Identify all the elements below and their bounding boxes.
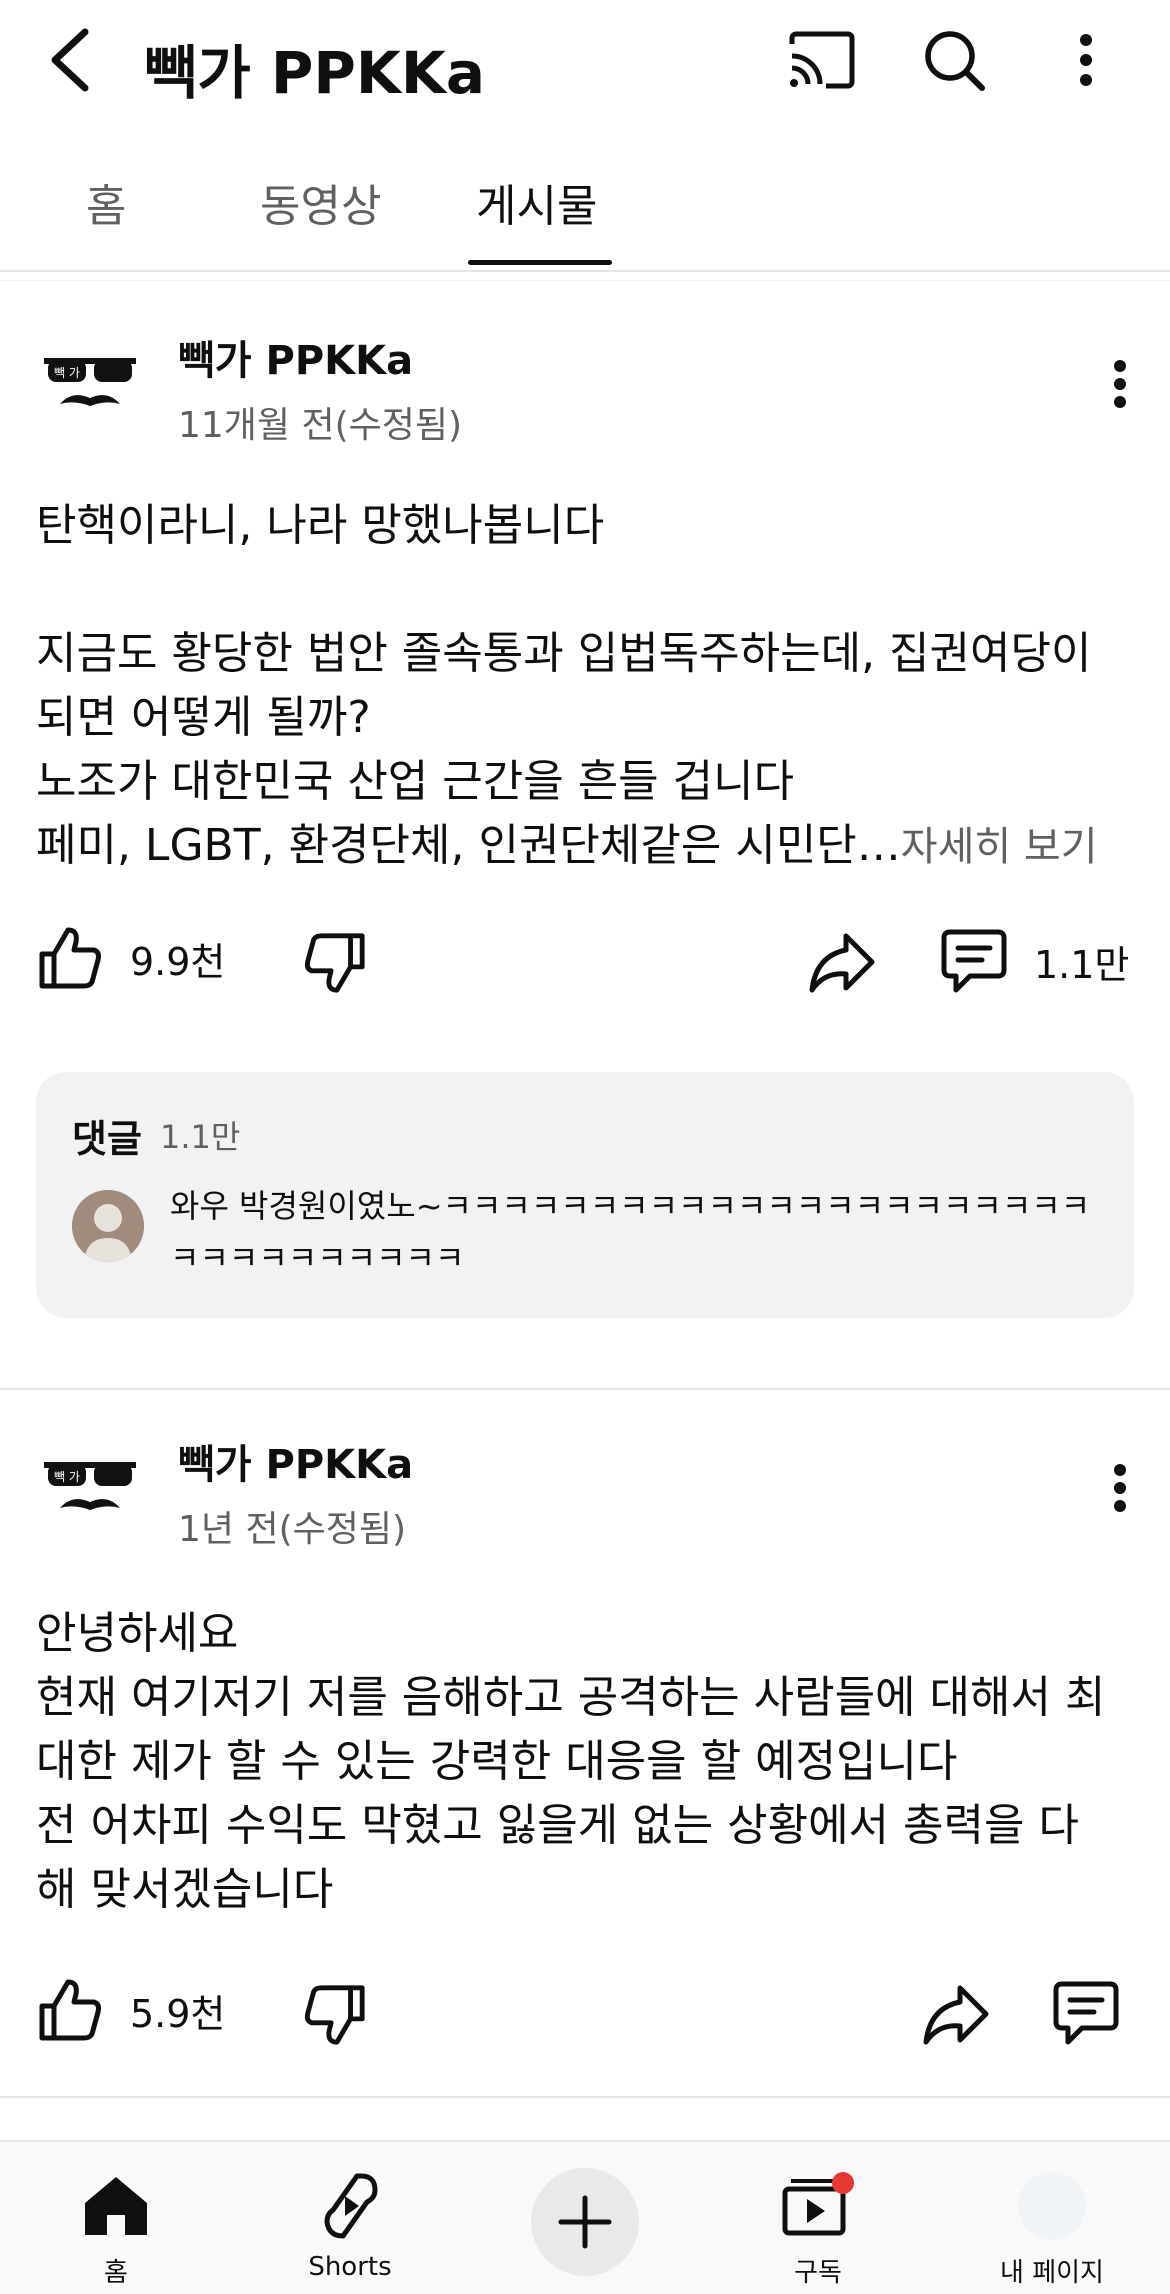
comment-icon — [941, 929, 1007, 993]
tab-posts[interactable]: 게시물 — [476, 170, 597, 234]
post-line: 노조가 대한민국 산업 근간을 흔들 겁니다 — [36, 756, 795, 807]
post-line: 안녕하세요 — [36, 1608, 239, 1659]
sunglasses-mustache-logo: 빽 가 — [44, 1462, 136, 1510]
shorts-icon — [310, 2166, 390, 2246]
channel-avatar[interactable]: 빽 가 — [36, 330, 144, 438]
comment-icon — [1053, 1981, 1119, 2045]
more-vert-icon[interactable] — [1046, 20, 1126, 100]
comment-preview-text: 와우 박경원이였노~ㅋㅋㅋㅋㅋㅋㅋㅋㅋㅋㅋㅋㅋㅋㅋㅋㅋㅋㅋㅋㅋㅋㅋㅋㅋㅋㅋㅋㅋㅋ… — [170, 1187, 1091, 1277]
home-icon — [76, 2166, 156, 2246]
like-button[interactable]: 5.9천 — [36, 1976, 225, 2044]
post-more-icon[interactable] — [1096, 1452, 1144, 1524]
plus-icon — [558, 2195, 612, 2249]
thumb-down-icon — [304, 1985, 365, 2045]
tab-videos[interactable]: 동영상 — [260, 170, 381, 234]
comments-button[interactable]: 1.1만 — [940, 928, 1129, 994]
app-bar: 빽가 PPKKa — [0, 0, 1170, 122]
read-more-link[interactable]: 자세히 보기 — [901, 824, 1098, 870]
dislike-button[interactable] — [302, 930, 368, 996]
avatar — [1018, 2172, 1086, 2240]
comments-count: 1.1만 — [160, 1118, 241, 1156]
like-button[interactable]: 9.9천 — [36, 924, 225, 992]
cast-icon[interactable] — [782, 20, 862, 100]
like-count: 9.9천 — [130, 939, 226, 984]
nav-shorts-label: Shorts — [308, 2252, 392, 2282]
share-button[interactable] — [806, 930, 876, 996]
comments-title: 댓글 — [72, 1117, 142, 1161]
back-arrow-icon[interactable] — [38, 24, 100, 96]
thumb-down-icon — [304, 933, 365, 993]
post-author[interactable]: 빽가 PPKKa — [178, 328, 413, 386]
post-line-truncated: 페미, LGBT, 환경단체, 인권단체같은 시민단… — [36, 820, 901, 871]
tab-home[interactable]: 홈 — [86, 170, 126, 234]
commenter-avatar — [72, 1190, 144, 1262]
post-body: 탄핵이라니, 나라 망했나봅니다 지금도 황당한 법안 졸속통과 입법독주하는데… — [36, 494, 1146, 879]
tabs-divider — [0, 270, 1170, 272]
post-time: 1년 전(수정됨) — [178, 1509, 407, 1550]
nav-create[interactable] — [505, 2156, 665, 2286]
subscriptions-icon — [778, 2166, 858, 2246]
sunglasses-mustache-logo: 빽 가 — [44, 358, 136, 406]
channel-title: 빽가 PPKKa — [144, 39, 485, 107]
post-line: 전 어차피 수익도 막혔고 잃을게 없는 상황에서 총력을 다 — [36, 1800, 1079, 1851]
share-icon — [923, 1985, 989, 2045]
nav-subscriptions[interactable]: 구독 — [738, 2156, 898, 2288]
svg-text:빽 가: 빽 가 — [54, 1470, 80, 1484]
post-divider — [0, 2096, 1170, 2098]
post-line: 대한 제가 할 수 있는 강력한 대응을 할 예정입니다 — [36, 1736, 958, 1787]
nav-shorts[interactable]: Shorts — [270, 2156, 430, 2286]
create-button[interactable] — [531, 2168, 639, 2276]
nav-home[interactable]: 홈 — [36, 2156, 196, 2288]
comment-count: 1.1만 — [1034, 942, 1130, 987]
thumb-up-icon — [39, 1979, 101, 2041]
notification-dot — [832, 2172, 854, 2194]
search-icon[interactable] — [914, 20, 994, 100]
channel-avatar[interactable]: 빽 가 — [36, 1434, 144, 1542]
post-body: 안녕하세요 현재 여기저기 저를 음해하고 공격하는 사람들에 대해서 최 대한… — [36, 1602, 1146, 1922]
nav-subscriptions-label: 구독 — [794, 2258, 842, 2288]
post-more-icon[interactable] — [1096, 348, 1144, 420]
share-button[interactable] — [920, 1982, 990, 2048]
tabs-divider-secondary — [0, 280, 1170, 281]
share-icon — [809, 933, 875, 993]
post-time: 11개월 전(수정됨) — [178, 405, 463, 446]
post-line: 해 맞서겠습니다 — [36, 1864, 334, 1915]
post-line: 되면 어떻게 될까? — [36, 692, 371, 743]
nav-my-page[interactable]: 내 페이지 — [972, 2156, 1132, 2288]
post-line: 탄핵이라니, 나라 망했나봅니다 — [36, 500, 605, 551]
post-line-last: 페미, LGBT, 환경단체, 인권단체같은 시민단…자세히 보기 — [36, 814, 1146, 879]
nav-home-label: 홈 — [104, 2258, 128, 2288]
channel-tabs: 홈 동영상 게시물 — [0, 122, 1170, 268]
nav-my-page-label: 내 페이지 — [1000, 2258, 1104, 2288]
bottom-navigation: 홈 Shorts 구독 내 페이지 — [0, 2140, 1170, 2294]
like-count: 5.9천 — [130, 1991, 226, 2036]
default-user-icon — [72, 1190, 144, 1262]
comments-button[interactable] — [1052, 1980, 1120, 2046]
dislike-button[interactable] — [302, 1982, 368, 2048]
tab-selected-indicator — [468, 260, 612, 265]
comments-preview-card[interactable]: 댓글 1.1만 와우 박경원이였노~ㅋㅋㅋㅋㅋㅋㅋㅋㅋㅋㅋㅋㅋㅋㅋㅋㅋㅋㅋㅋㅋㅋ… — [36, 1072, 1134, 1318]
post-author[interactable]: 빽가 PPKKa — [178, 1432, 413, 1490]
post-divider — [0, 1388, 1170, 1390]
thumb-up-icon — [39, 927, 101, 989]
post-blank-line — [36, 558, 1146, 622]
svg-text:빽 가: 빽 가 — [54, 366, 80, 380]
post-line: 지금도 황당한 법안 졸속통과 입법독주하는데, 집권여당이 — [36, 628, 1092, 679]
profile-avatar — [1012, 2166, 1092, 2246]
post-line: 현재 여기저기 저를 음해하고 공격하는 사람들에 대해서 최 — [36, 1672, 1106, 1723]
